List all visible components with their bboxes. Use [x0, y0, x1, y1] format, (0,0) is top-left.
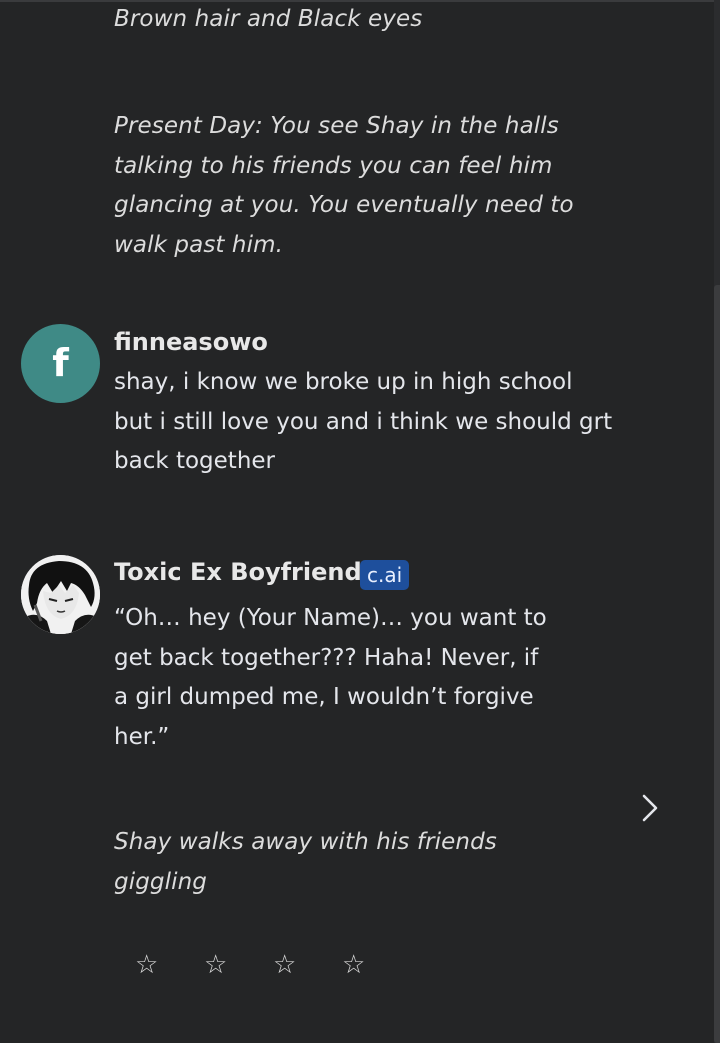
- bot-message-text: “Oh… hey (Your Name)… you want to get ba…: [114, 605, 547, 750]
- cai-badge: c.ai: [360, 560, 410, 590]
- star-1-icon[interactable]: ☆: [130, 945, 199, 985]
- scrollbar-thumb[interactable]: [714, 285, 720, 1043]
- star-4-icon[interactable]: ☆: [337, 945, 406, 985]
- user-name: finneasowo: [114, 328, 268, 356]
- user-avatar[interactable]: f: [21, 324, 100, 403]
- bot-avatar-image: [21, 555, 100, 634]
- chevron-right-icon: [642, 794, 658, 822]
- bot-narration-text: Shay walks away with his friends gigglin…: [114, 829, 497, 895]
- user-avatar-letter: f: [52, 341, 69, 385]
- bot-avatar[interactable]: [21, 555, 100, 634]
- intro-appearance-text: Brown hair and Black eyes: [114, 6, 423, 32]
- bot-name: Toxic Ex Boyfriend: [114, 558, 362, 586]
- star-2-icon[interactable]: ☆: [199, 945, 268, 985]
- star-3-icon[interactable]: ☆: [268, 945, 337, 985]
- next-response-button[interactable]: [632, 786, 668, 830]
- user-message-text: shay, i know we broke up in high school …: [114, 369, 613, 474]
- intro-scenario-text: Present Day: You see Shay in the halls t…: [114, 113, 574, 258]
- rating-stars: ☆ ☆ ☆ ☆: [130, 945, 406, 985]
